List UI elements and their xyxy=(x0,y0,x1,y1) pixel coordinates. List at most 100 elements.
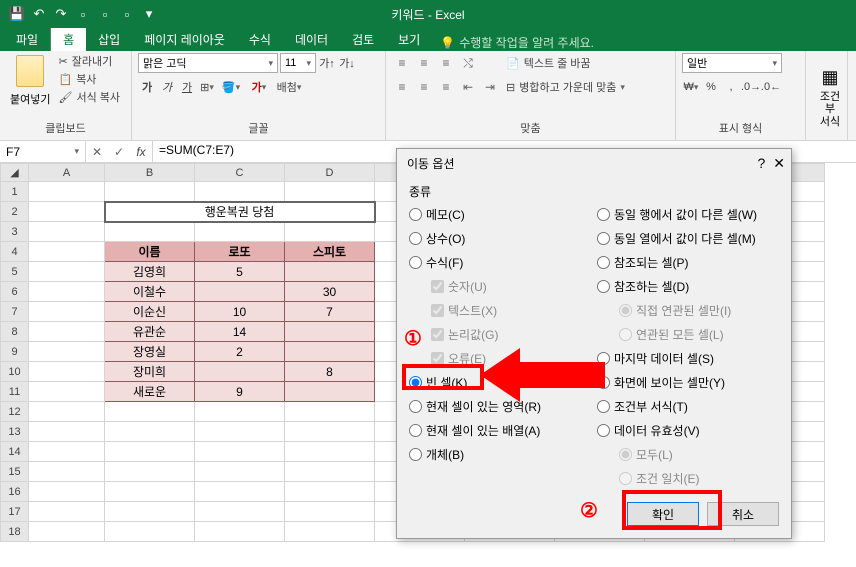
row-header[interactable]: 5 xyxy=(1,262,29,282)
data-cell[interactable] xyxy=(195,362,285,382)
row-header[interactable]: 17 xyxy=(1,502,29,522)
decrease-indent-button[interactable]: ⇤ xyxy=(458,77,478,97)
data-cell[interactable]: 5 xyxy=(195,262,285,282)
row-header[interactable]: 8 xyxy=(1,322,29,342)
radio-memo[interactable]: 메모(C) xyxy=(409,204,591,224)
tab-data[interactable]: 데이터 xyxy=(283,28,340,51)
radio-visible[interactable]: 화면에 보이는 셀만(Y) xyxy=(597,372,779,392)
insert-function-button[interactable]: fx xyxy=(130,141,152,163)
tab-formulas[interactable]: 수식 xyxy=(237,28,283,51)
data-cell[interactable] xyxy=(285,322,375,342)
row-header[interactable]: 15 xyxy=(1,462,29,482)
increase-indent-button[interactable]: ⇥ xyxy=(480,77,500,97)
align-left-button[interactable]: ≡ xyxy=(392,77,412,97)
radio-last-cell[interactable]: 마지막 데이터 셀(S) xyxy=(597,348,779,368)
underline-button[interactable]: 가 xyxy=(178,77,196,97)
data-cell[interactable]: 10 xyxy=(195,302,285,322)
radio-constant[interactable]: 상수(O) xyxy=(409,228,591,248)
percent-button[interactable]: % xyxy=(702,77,720,97)
ok-button[interactable]: 확인 xyxy=(627,502,699,526)
save-icon[interactable]: 💾 xyxy=(8,5,26,23)
row-header[interactable]: 13 xyxy=(1,422,29,442)
align-bottom-button[interactable]: ≡ xyxy=(436,53,456,73)
conditional-formatting-button[interactable]: ▦ 조건부 서식 xyxy=(816,63,844,127)
data-cell[interactable]: 14 xyxy=(195,322,285,342)
align-center-button[interactable]: ≡ xyxy=(414,77,434,97)
row-header[interactable]: 11 xyxy=(1,382,29,402)
radio-col-diff[interactable]: 동일 열에서 값이 다른 셀(M) xyxy=(597,228,779,248)
sheet-title-cell[interactable]: 행운복권 당첨 xyxy=(105,202,375,222)
data-cell[interactable]: 유관순 xyxy=(105,322,195,342)
tab-file[interactable]: 파일 xyxy=(4,28,51,51)
data-cell[interactable]: 이철수 xyxy=(105,282,195,302)
row-header[interactable]: 16 xyxy=(1,482,29,502)
enter-formula-button[interactable]: ✓ xyxy=(108,141,130,163)
paste-button[interactable]: 붙여넣기 xyxy=(6,53,54,118)
data-cell[interactable]: 장미희 xyxy=(105,362,195,382)
row-header[interactable]: 10 xyxy=(1,362,29,382)
font-size-combo[interactable]: 11▾ xyxy=(280,53,316,73)
tab-home[interactable]: 홈 xyxy=(51,28,86,51)
increase-font-button[interactable]: 가↑ xyxy=(318,53,336,73)
row-header[interactable]: 18 xyxy=(1,522,29,542)
qat-dropdown-icon[interactable]: ▾ xyxy=(140,5,158,23)
col-header[interactable]: D xyxy=(285,164,375,182)
font-name-combo[interactable]: 맑은 고딕▾ xyxy=(138,53,278,73)
font-color-button[interactable]: 가▾ xyxy=(246,77,272,97)
row-header[interactable]: 2 xyxy=(1,202,29,222)
cut-button[interactable]: ✂잘라내기 xyxy=(58,53,120,69)
dialog-titlebar[interactable]: 이동 옵션 ? ✕ xyxy=(397,149,791,177)
row-header[interactable]: 1 xyxy=(1,182,29,202)
data-cell[interactable]: 7 xyxy=(285,302,375,322)
radio-current-array[interactable]: 현재 셀이 있는 배열(A) xyxy=(409,420,591,440)
data-cell[interactable]: 30 xyxy=(285,282,375,302)
tab-review[interactable]: 검토 xyxy=(340,28,386,51)
data-cell[interactable] xyxy=(195,282,285,302)
col-header[interactable]: A xyxy=(29,164,105,182)
col-header[interactable]: C xyxy=(195,164,285,182)
row-header[interactable]: 14 xyxy=(1,442,29,462)
qat-icon-3[interactable]: ▫ xyxy=(118,5,136,23)
undo-icon[interactable]: ↶ xyxy=(30,5,48,23)
row-header[interactable]: 12 xyxy=(1,402,29,422)
data-cell[interactable]: 장영실 xyxy=(105,342,195,362)
radio-cond-fmt[interactable]: 조건부 서식(T) xyxy=(597,396,779,416)
cancel-button[interactable]: 취소 xyxy=(707,502,779,526)
italic-button[interactable]: 가 xyxy=(158,77,176,97)
merge-center-button[interactable]: ⊟병합하고 가운데 맞춤▾ xyxy=(506,77,625,97)
row-header[interactable]: 9 xyxy=(1,342,29,362)
align-right-button[interactable]: ≡ xyxy=(436,77,456,97)
name-box[interactable]: F7▾ xyxy=(0,141,86,162)
data-cell[interactable] xyxy=(285,382,375,402)
increase-decimal-button[interactable]: .0→ xyxy=(742,77,760,97)
qat-icon-2[interactable]: ▫ xyxy=(96,5,114,23)
radio-data-val[interactable]: 데이터 유효성(V) xyxy=(597,420,779,440)
phonetic-button[interactable]: 배첨▾ xyxy=(274,77,304,97)
fill-color-button[interactable]: 🪣▾ xyxy=(218,77,244,97)
table-header[interactable]: 로또 xyxy=(195,242,285,262)
wrap-text-button[interactable]: 📄텍스트 줄 바꿈 xyxy=(506,53,625,73)
accounting-button[interactable]: ₩▾ xyxy=(682,77,700,97)
radio-dependents[interactable]: 참조하는 셀(D) xyxy=(597,276,779,296)
row-header[interactable]: 4 xyxy=(1,242,29,262)
align-top-button[interactable]: ≡ xyxy=(392,53,412,73)
data-cell[interactable]: 9 xyxy=(195,382,285,402)
tab-view[interactable]: 보기 xyxy=(386,28,432,51)
border-button[interactable]: ⊞▾ xyxy=(198,77,216,97)
data-cell[interactable]: 2 xyxy=(195,342,285,362)
row-header[interactable]: 7 xyxy=(1,302,29,322)
data-cell[interactable] xyxy=(285,342,375,362)
table-header[interactable]: 이름 xyxy=(105,242,195,262)
data-cell[interactable] xyxy=(285,262,375,282)
select-all-corner[interactable]: ◢ xyxy=(1,164,29,182)
cancel-formula-button[interactable]: ✕ xyxy=(86,141,108,163)
number-format-combo[interactable]: 일반▾ xyxy=(682,53,782,73)
orientation-button[interactable]: ⤭ xyxy=(458,53,478,73)
decrease-font-button[interactable]: 가↓ xyxy=(338,53,356,73)
data-cell[interactable]: 8 xyxy=(285,362,375,382)
align-middle-button[interactable]: ≡ xyxy=(414,53,434,73)
row-header[interactable]: 3 xyxy=(1,222,29,242)
copy-button[interactable]: 📋복사 xyxy=(58,71,120,87)
data-cell[interactable]: 김영희 xyxy=(105,262,195,282)
bold-button[interactable]: 가 xyxy=(138,77,156,97)
